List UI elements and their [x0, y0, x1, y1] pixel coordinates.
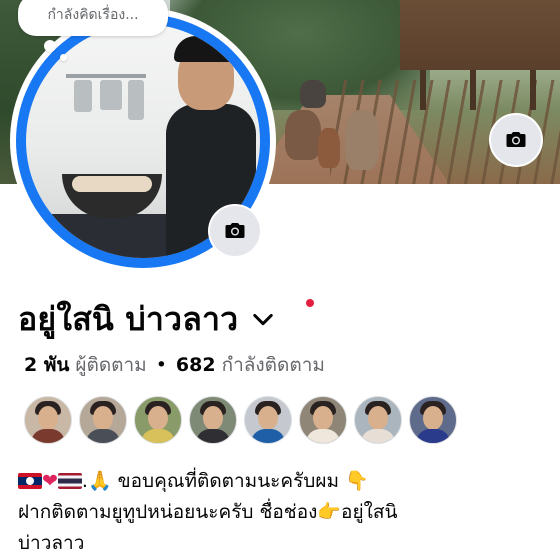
followers-count[interactable]: 2 พัน [24, 350, 69, 380]
follow-stats: 2 พัน ผู้ติดตาม • 682 กำลังติดตาม [24, 350, 325, 380]
follower-avatar-face [148, 406, 168, 430]
cover-house-post [530, 70, 536, 110]
person-cap [174, 36, 238, 62]
follower-avatars [24, 396, 464, 444]
cover-cow [300, 80, 326, 108]
follower-avatar[interactable] [24, 396, 72, 444]
bio-line-1-text: .🙏 ขอบคุณที่ติดตามนะครับผม 👇 [81, 470, 369, 492]
bubble-tail-dot [44, 40, 56, 52]
cover-cow [345, 110, 379, 170]
cover-cow [285, 110, 321, 160]
follower-avatar-body [416, 429, 450, 443]
notification-dot [306, 299, 314, 307]
follower-avatar-face [38, 406, 58, 430]
chevron-down-icon[interactable] [252, 309, 274, 331]
kitchen-pot [74, 80, 92, 112]
laos-flag-icon [18, 473, 42, 489]
bubble-tail-dot [60, 54, 67, 61]
heart-icon: ❤ [42, 470, 58, 492]
kitchen-pot [128, 80, 144, 120]
status-bubble-text: กำลังคิดเรื่อง... [47, 7, 139, 23]
follower-avatar-body [306, 429, 340, 443]
follower-avatar[interactable] [79, 396, 127, 444]
following-count[interactable]: 682 [176, 354, 216, 376]
cover-house-post [420, 70, 426, 110]
stats-separator: • [155, 354, 167, 376]
stove [46, 214, 186, 258]
profile-name-row[interactable]: อยู่ใสนิ บ่าวลาว [18, 294, 274, 345]
kitchen-shelf [66, 74, 146, 78]
kitchen-pot [100, 80, 122, 110]
status-bubble[interactable]: กำลังคิดเรื่อง... [18, 0, 168, 36]
follower-avatar-body [86, 429, 120, 443]
cover-camera-button[interactable] [491, 115, 541, 165]
thailand-flag-icon [57, 473, 82, 489]
following-label[interactable]: กำลังติดตาม [222, 350, 325, 380]
follower-avatar-body [251, 429, 285, 443]
food [72, 176, 152, 192]
follower-avatar[interactable] [354, 396, 402, 444]
follower-avatar-body [141, 429, 175, 443]
follower-avatar-face [368, 406, 388, 430]
followers-label[interactable]: ผู้ติดตาม [75, 350, 146, 380]
follower-avatar-face [93, 406, 113, 430]
follower-avatar-face [258, 406, 278, 430]
follower-avatar-body [196, 429, 230, 443]
cover-house [400, 0, 560, 70]
follower-avatar[interactable] [189, 396, 237, 444]
camera-icon [506, 132, 526, 147]
follower-avatar[interactable] [299, 396, 347, 444]
follower-avatar[interactable] [134, 396, 182, 444]
follower-avatar[interactable] [244, 396, 292, 444]
bio-line-3: บ่าวลาว [18, 532, 85, 554]
profile-bio: ❤ .🙏 ขอบคุณที่ติดตามนะครับผม 👇 ฝากติดตามย… [18, 466, 548, 559]
follower-avatar[interactable] [409, 396, 457, 444]
follower-avatar-face [203, 406, 223, 430]
follower-avatar-body [361, 429, 395, 443]
follower-avatar-face [313, 406, 333, 430]
bio-line-2: ฝากติดตามยูทูปหน่อยนะครับ ชื่อช่อง👉อยู่ใ… [18, 501, 398, 523]
cover-cow [318, 128, 340, 168]
cover-house-post [470, 70, 476, 110]
profile-name: อยู่ใสนิ บ่าวลาว [18, 300, 239, 338]
camera-icon [225, 223, 245, 238]
follower-avatar-body [31, 429, 65, 443]
avatar-camera-button[interactable] [210, 206, 260, 256]
follower-avatar-face [423, 406, 443, 430]
bio-line-1: ❤ .🙏 ขอบคุณที่ติดตามนะครับผม 👇 [18, 466, 548, 497]
